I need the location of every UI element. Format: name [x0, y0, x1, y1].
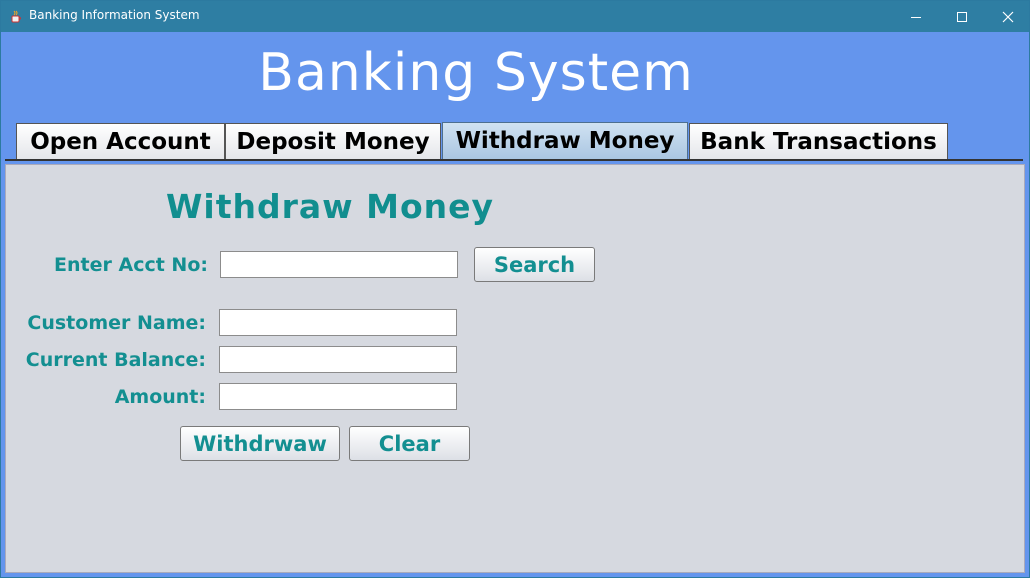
close-button[interactable]	[985, 1, 1030, 32]
title-bar[interactable]: Banking Information System	[1, 1, 1029, 32]
current-balance-label: Current Balance:	[25, 349, 206, 371]
current-balance-field[interactable]	[219, 346, 457, 373]
close-icon	[1002, 11, 1014, 22]
maximize-button[interactable]	[939, 1, 985, 32]
maximize-icon	[957, 11, 967, 22]
search-button[interactable]: Search	[474, 247, 595, 282]
panel-title: Withdraw Money	[166, 187, 495, 226]
banner-title: Banking System	[258, 43, 694, 103]
tab-bank-transactions[interactable]: Bank Transactions	[689, 123, 948, 159]
acct-no-label: Enter Acct No:	[54, 254, 208, 276]
withdraw-button[interactable]: Withdrwaw	[180, 426, 340, 461]
customer-name-field[interactable]	[219, 309, 457, 336]
withdraw-panel: Withdraw Money Enter Acct No: Search Cus…	[5, 164, 1025, 573]
tab-deposit-money[interactable]: Deposit Money	[225, 123, 441, 159]
tab-divider	[5, 159, 1023, 161]
amount-field[interactable]	[219, 383, 457, 410]
java-cup-icon	[9, 9, 23, 23]
app-window: Banking Information System Banking Syste…	[0, 0, 1030, 578]
tab-open-account[interactable]: Open Account	[16, 123, 225, 159]
amount-label: Amount:	[114, 386, 206, 408]
minimize-button[interactable]	[893, 1, 939, 32]
customer-name-label: Customer Name:	[27, 312, 206, 334]
minimize-icon	[911, 16, 921, 18]
window-title: Banking Information System	[29, 8, 200, 22]
tab-withdraw-money[interactable]: Withdraw Money	[442, 122, 688, 160]
clear-button[interactable]: Clear	[349, 426, 470, 461]
acct-no-input[interactable]	[220, 251, 458, 278]
